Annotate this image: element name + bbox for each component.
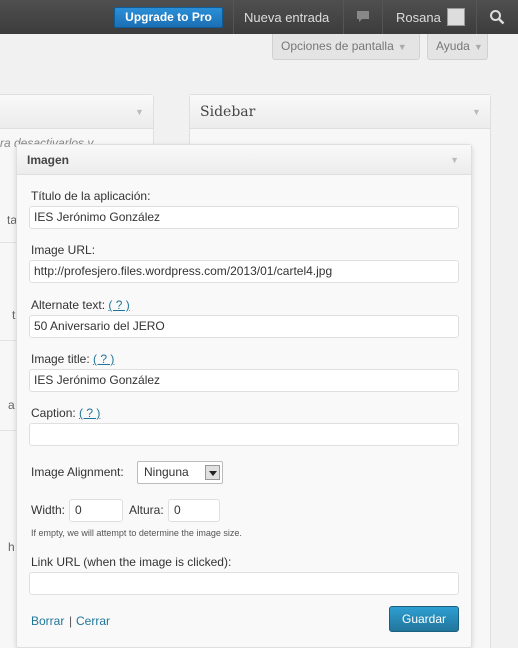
image-widget: Imagen ▼ Título de la aplicación: IES Je… — [16, 144, 472, 648]
background-text-fragment: a — [8, 398, 15, 412]
sidebar-title: Sidebar — [200, 104, 256, 120]
admin-bar-divider — [476, 0, 477, 34]
help-tab[interactable]: Ayuda ▼ — [427, 34, 488, 60]
width-input[interactable]: 0 — [69, 499, 123, 522]
app-title-label: Título de la aplicación: — [31, 189, 151, 203]
avatar[interactable] — [447, 8, 465, 26]
caption-help-link[interactable]: ( ? ) — [79, 406, 100, 420]
chevron-down-icon: ▼ — [473, 42, 483, 52]
height-input[interactable]: 0 — [168, 499, 220, 522]
divider — [0, 242, 16, 243]
link-url-input[interactable] — [29, 572, 459, 595]
caption-label-text: Caption: — [31, 406, 76, 420]
width-label: Width: — [31, 503, 66, 517]
alt-text-label-text: Alternate text: — [31, 298, 106, 312]
help-label: Ayuda — [436, 39, 470, 53]
divider — [0, 430, 16, 431]
alignment-label: Image Alignment: — [31, 465, 124, 479]
alt-text-help-link[interactable]: ( ? ) — [108, 298, 129, 312]
chevron-down-icon[interactable]: ▼ — [472, 107, 481, 117]
chevron-down-icon: ▼ — [397, 42, 407, 52]
admin-bar-divider — [382, 0, 383, 34]
app-title-input[interactable]: IES Jerónimo González — [29, 206, 459, 229]
search-icon[interactable] — [489, 9, 505, 25]
image-title-label: Image title: ( ? ) — [31, 352, 114, 366]
alignment-select[interactable]: Ninguna — [137, 461, 223, 484]
background-text-fragment: h — [8, 540, 15, 554]
image-title-help-link[interactable]: ( ? ) — [93, 352, 114, 366]
delete-link[interactable]: Borrar — [31, 614, 64, 628]
alt-text-label: Alternate text: ( ? ) — [31, 298, 130, 312]
image-url-label: Image URL: — [31, 243, 96, 257]
chevron-down-icon[interactable]: ▼ — [450, 155, 459, 165]
comment-bubble-icon[interactable] — [356, 10, 370, 23]
widget-title: Imagen — [27, 153, 70, 167]
background-text-fragment: t — [12, 308, 16, 322]
screen-options-label: Opciones de pantalla — [281, 39, 394, 53]
height-label: Altura: — [129, 503, 164, 517]
image-title-input[interactable]: IES Jerónimo González — [29, 369, 459, 392]
link-url-label: Link URL (when the image is clicked): — [31, 555, 232, 569]
dropdown-arrow-icon[interactable] — [205, 465, 220, 480]
alignment-select-value: Ninguna — [144, 465, 189, 479]
caption-input[interactable] — [29, 423, 459, 446]
screen-options-tab[interactable]: Opciones de pantalla ▼ — [272, 34, 420, 60]
save-button[interactable]: Guardar — [389, 606, 459, 632]
new-entry-link[interactable]: Nueva entrada — [244, 10, 329, 25]
image-url-input[interactable]: http://profesjero.files.wordpress.com/20… — [29, 260, 459, 283]
admin-bar-divider — [343, 0, 344, 34]
upgrade-to-pro-button[interactable]: Upgrade to Pro — [114, 7, 223, 28]
caption-label: Caption: ( ? ) — [31, 406, 100, 420]
alt-text-input[interactable]: 50 Aniversario del JERO — [29, 315, 459, 338]
admin-bar: Upgrade to Pro Nueva entrada Rosana — [0, 0, 518, 34]
image-size-note: If empty, we will attempt to determine t… — [31, 528, 242, 538]
close-link[interactable]: Cerrar — [76, 614, 110, 628]
link-separator: | — [69, 614, 73, 628]
image-title-label-text: Image title: — [31, 352, 90, 366]
admin-bar-divider — [233, 0, 234, 34]
widget-header[interactable]: Imagen ▼ — [17, 145, 471, 175]
chevron-down-icon: ▼ — [135, 107, 144, 117]
divider — [0, 340, 16, 341]
user-name-link[interactable]: Rosana — [396, 10, 441, 25]
